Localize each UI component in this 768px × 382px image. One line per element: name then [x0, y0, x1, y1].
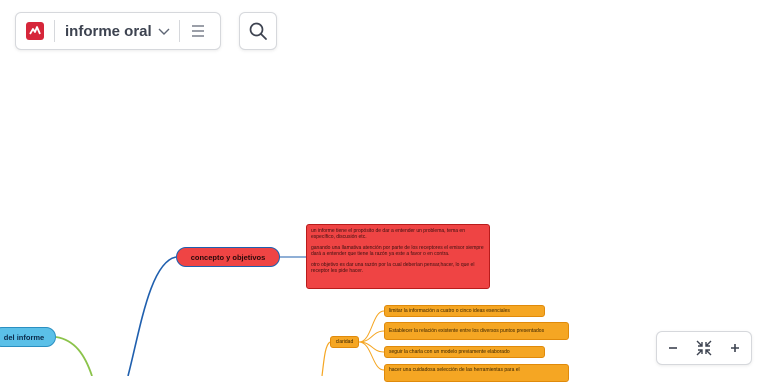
claridad-item[interactable]: hacer una cuidadosa selección de las her… — [384, 364, 569, 382]
claridad-item[interactable]: seguir la charla con un modelo previamen… — [384, 346, 545, 358]
item-label: hacer una cuidadosa selección de las her… — [389, 367, 520, 373]
item-label: seguir la charla con un modelo previamen… — [389, 349, 510, 355]
note-paragraph: ganando una llamativa atención por parte… — [311, 245, 484, 257]
topic-label: del informe — [3, 332, 45, 342]
connector-left-topic — [55, 336, 93, 376]
connector-concept — [127, 256, 177, 376]
topic-label: concepto y objetivos — [190, 252, 266, 262]
minus-icon — [668, 347, 677, 349]
plus-icon — [731, 344, 740, 352]
claridad-item[interactable]: limitar la información a cuatro o cinco … — [384, 305, 545, 317]
fit-to-screen-button[interactable] — [691, 335, 717, 361]
note-paragraph: un informe tiene el propósito de dar a e… — [311, 228, 465, 240]
claridad-item[interactable]: Establecer la relación existente entre l… — [384, 322, 569, 340]
topic-label: claridad — [335, 339, 354, 345]
collapse-arrows-icon — [696, 340, 712, 356]
zoom-out-button[interactable] — [660, 335, 686, 361]
mind-map-topic-informe[interactable]: del informe — [0, 327, 56, 347]
mind-map-connectors — [55, 256, 385, 376]
note-paragraph: otro objetivo es dar una razón por la cu… — [311, 262, 475, 274]
item-label: limitar la información a cuatro o cinco … — [389, 308, 510, 314]
zoom-controls — [656, 331, 752, 365]
zoom-in-button[interactable] — [722, 335, 748, 361]
concept-note[interactable]: un informe tiene el propósito de dar a e… — [306, 224, 490, 289]
connector-claridad-item-3 — [358, 341, 385, 353]
connector-claridad-item-2 — [358, 330, 385, 343]
item-label: Establecer la relación existente entre l… — [389, 328, 545, 334]
mind-map-topic-concepto[interactable]: concepto y objetivos — [176, 247, 280, 267]
mind-map-topic-claridad[interactable]: claridad — [330, 336, 359, 348]
connector-claridad — [321, 341, 331, 376]
